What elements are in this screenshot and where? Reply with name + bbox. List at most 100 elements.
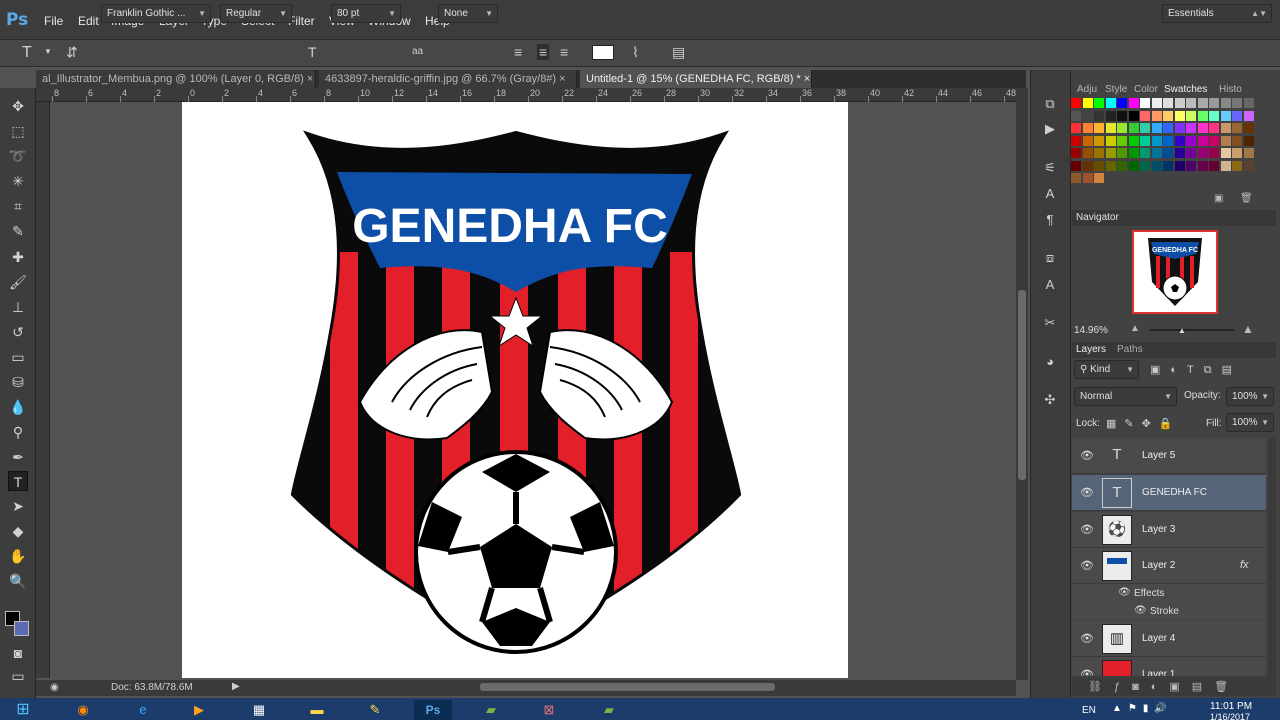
swatch[interactable]	[1243, 160, 1254, 171]
blur-tool-icon[interactable]: 💧	[8, 397, 28, 417]
language-indicator[interactable]: EN	[1082, 705, 1096, 716]
swatch[interactable]	[1071, 98, 1081, 108]
swatch[interactable]	[1071, 148, 1081, 158]
character-styles-icon[interactable]: A	[1040, 275, 1060, 295]
canvas-area[interactable]: GENEDHA FC	[50, 102, 1016, 678]
swatch[interactable]	[1197, 98, 1208, 108]
align-center-icon[interactable]: ≡	[537, 44, 550, 60]
swatch[interactable]	[1151, 148, 1162, 158]
swatch[interactable]	[1174, 110, 1185, 121]
swatch[interactable]	[1174, 148, 1185, 158]
swatch[interactable]	[1197, 110, 1208, 121]
swatch[interactable]	[1140, 148, 1150, 158]
screen-mode-icon[interactable]: ▭	[8, 666, 28, 686]
healing-brush-tool-icon[interactable]: ✚	[8, 247, 28, 267]
info-icon[interactable]: ◕	[1040, 352, 1060, 372]
path-selection-tool-icon[interactable]: ➤	[8, 496, 28, 516]
swatch[interactable]	[1163, 110, 1173, 121]
folder-icon[interactable]: ▬	[298, 700, 336, 720]
shape-tool-icon[interactable]: ◆	[8, 521, 28, 541]
swatch[interactable]	[1128, 110, 1139, 121]
eye-icon[interactable]: 👁	[1080, 668, 1094, 676]
layer-row[interactable]: 👁 T Layer 5	[1072, 438, 1266, 474]
vertical-scrollbar-thumb[interactable]	[1018, 290, 1026, 480]
swatch[interactable]	[1071, 123, 1081, 133]
firefox-icon[interactable]: ◉	[64, 700, 102, 720]
tab-styles[interactable]: Style	[1105, 84, 1127, 95]
swatch[interactable]	[1105, 123, 1116, 133]
swatch[interactable]	[1071, 110, 1081, 121]
history-icon[interactable]: ⧉	[1040, 94, 1060, 114]
swatch[interactable]	[1197, 160, 1208, 171]
magic-wand-tool-icon[interactable]: ✳	[8, 171, 28, 191]
layer-row[interactable]: 👁 ▥ Layer 4	[1072, 621, 1266, 657]
swatch[interactable]	[1243, 148, 1254, 158]
eye-icon[interactable]: 👁	[1118, 587, 1131, 598]
swatch[interactable]	[1232, 123, 1242, 133]
swatch[interactable]	[1220, 98, 1231, 108]
swatch[interactable]	[1105, 148, 1116, 158]
eye-icon[interactable]: 👁	[1080, 523, 1094, 536]
horizontal-scrollbar-thumb[interactable]	[480, 683, 775, 691]
swatch[interactable]	[1140, 160, 1150, 171]
swatch[interactable]	[1117, 123, 1127, 133]
swatch[interactable]	[1243, 98, 1254, 108]
tab-document-1[interactable]: al_Illustrator_Membua.png @ 100% (Layer …	[36, 70, 316, 88]
swatches-grid[interactable]	[1071, 98, 1263, 190]
swatch[interactable]	[1082, 173, 1093, 183]
swatch[interactable]	[1232, 148, 1242, 158]
eye-icon[interactable]: 👁	[1080, 449, 1094, 462]
status-menu-arrow-icon[interactable]: ▶	[232, 681, 240, 692]
actions-icon[interactable]: ▶	[1040, 119, 1060, 139]
swatch[interactable]	[1140, 110, 1150, 121]
toggle-orientation-icon[interactable]: ⇵	[66, 44, 78, 61]
swatch[interactable]	[1209, 98, 1219, 108]
swatch[interactable]	[1163, 148, 1173, 158]
swatch[interactable]	[1174, 135, 1185, 146]
font-size-select[interactable]: 80 pt ▼	[331, 4, 401, 23]
clock-time[interactable]: 11:01 PM	[1210, 701, 1252, 712]
swatch[interactable]	[1186, 123, 1196, 133]
kind-filter-select[interactable]: ⚲ Kind ▼	[1074, 360, 1139, 379]
character-icon[interactable]: A	[1040, 184, 1060, 204]
zoom-tool-icon[interactable]: 🔍	[8, 571, 28, 591]
swatch[interactable]	[1220, 123, 1231, 133]
swatch[interactable]	[1105, 135, 1116, 146]
eyedropper-tool-icon[interactable]: ✎	[8, 221, 28, 241]
tray-icons[interactable]: ▲⚑▮🔊	[1112, 703, 1173, 714]
swatch[interactable]	[1220, 148, 1231, 158]
tab-document-3[interactable]: Untitled-1 @ 15% (GENEDHA FC, RGB/8) * ×	[580, 70, 812, 88]
trash-icon[interactable]: 🗑	[1240, 193, 1253, 204]
close-icon[interactable]: ×	[804, 73, 810, 85]
navigator-preview[interactable]: GENEDHA FC	[1132, 230, 1218, 314]
opacity-input[interactable]: 100% ▼	[1226, 387, 1274, 406]
fx-icon[interactable]: fx	[1240, 559, 1249, 571]
tab-paths[interactable]: Paths	[1117, 344, 1143, 355]
swatch[interactable]	[1082, 135, 1093, 146]
text-color-swatch[interactable]	[592, 45, 614, 60]
layer-row[interactable]: 👁 ⚽ Layer 3	[1072, 512, 1266, 548]
swatch[interactable]	[1105, 98, 1116, 108]
swatch[interactable]	[1117, 98, 1127, 108]
move-tool-icon[interactable]: ✥	[8, 96, 28, 116]
swatch[interactable]	[1186, 160, 1196, 171]
app-icon-2[interactable]: ▰	[472, 700, 510, 720]
swatch[interactable]	[1105, 110, 1116, 121]
layer-row-selected[interactable]: 👁 T GENEDHA FC	[1072, 475, 1266, 511]
menu-filter[interactable]: Filter	[288, 14, 315, 28]
swatch[interactable]	[1209, 135, 1219, 146]
swatch[interactable]	[1082, 110, 1093, 121]
swatch[interactable]	[1174, 98, 1185, 108]
swatch[interactable]	[1151, 135, 1162, 146]
swatch[interactable]	[1128, 135, 1139, 146]
eye-icon[interactable]: 👁	[1080, 486, 1094, 499]
chevron-down-icon[interactable]: ▼	[44, 47, 52, 56]
paint-bucket-tool-icon[interactable]: ⛁	[8, 372, 28, 392]
swatch[interactable]	[1220, 135, 1231, 146]
layer-row[interactable]: 👁 Layer 2 fx	[1072, 548, 1266, 584]
align-left-icon[interactable]: ≡	[514, 44, 522, 60]
swatch[interactable]	[1232, 135, 1242, 146]
font-family-select[interactable]: Franklin Gothic ... ▼	[101, 4, 211, 23]
swatch[interactable]	[1071, 173, 1081, 183]
swatch[interactable]	[1128, 98, 1139, 108]
